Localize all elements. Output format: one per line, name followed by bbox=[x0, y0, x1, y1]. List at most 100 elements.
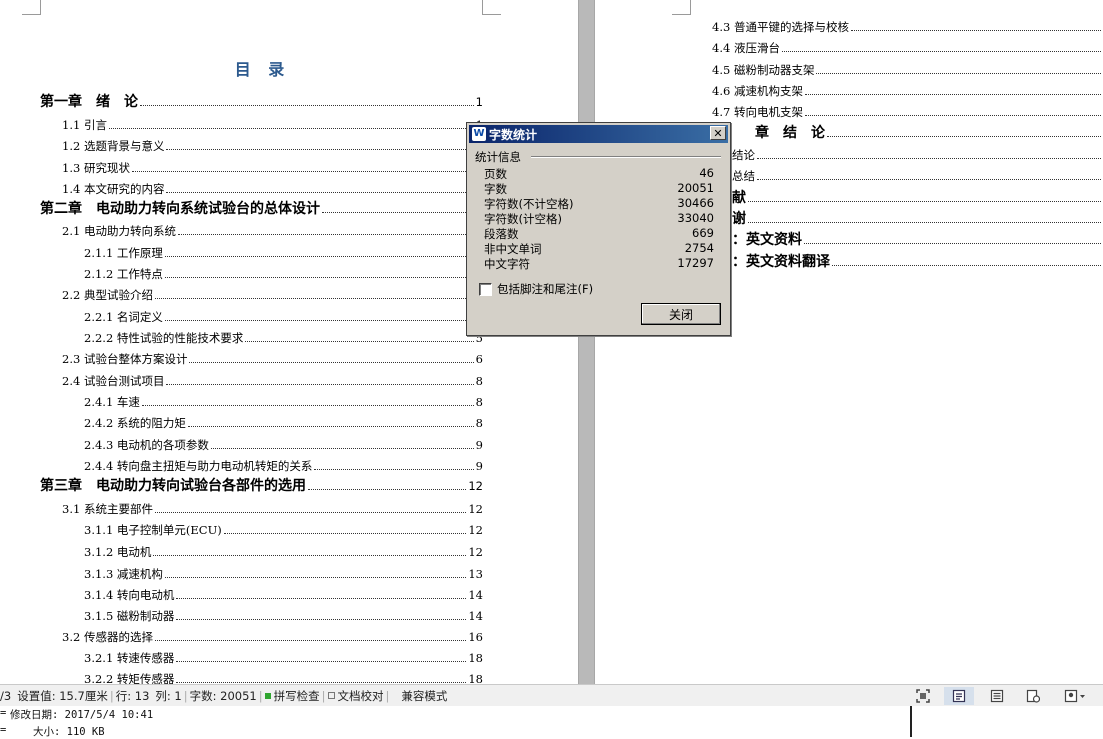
web-view-icon[interactable] bbox=[1018, 687, 1048, 705]
crop-mark bbox=[482, 0, 501, 15]
toc-entry[interactable]: 结论 bbox=[732, 147, 1103, 163]
toc-entry[interactable]: 2.1.1 工作原理4 bbox=[84, 245, 483, 261]
toc-entry-text: 谢 bbox=[732, 211, 746, 227]
toc-leader bbox=[164, 577, 467, 578]
toc-entry[interactable]: 4.6 减速机构支架 bbox=[712, 83, 1103, 99]
toc-entry[interactable]: 1.4 本文研究的内容3 bbox=[62, 181, 483, 197]
toc-entry-text: 2.2 典型试验介绍 bbox=[62, 288, 153, 302]
toc-entry[interactable]: 4.7 转向电机支架 bbox=[712, 104, 1103, 120]
include-footnotes-checkbox[interactable] bbox=[479, 282, 492, 296]
separator: | bbox=[109, 688, 114, 703]
outline-view-icon[interactable] bbox=[982, 687, 1012, 705]
toc-leader bbox=[166, 149, 474, 150]
toc-entry[interactable]: 4.4 液压滑台 bbox=[712, 40, 1103, 56]
include-footnotes-label[interactable]: 包括脚注和尾注(F) bbox=[497, 281, 593, 297]
separator: | bbox=[385, 688, 390, 703]
toc-entry[interactable]: 3.1.2 电动机 12 bbox=[84, 544, 483, 560]
toc-entry-text: 3.1 系统主要部件 bbox=[62, 502, 153, 516]
toc-entry-text: 2.4.4 转向盘主扭矩与助力电动机转矩的关系 bbox=[84, 459, 313, 473]
toc-entry[interactable]: 2.3 试验台整体方案设计 6 bbox=[62, 351, 483, 367]
toc-entry[interactable]: 2.1 电动助力转向系统4 bbox=[62, 223, 483, 239]
stat-row: 段落数 669 bbox=[484, 226, 714, 241]
toc-entry[interactable]: 谢 bbox=[732, 211, 1103, 227]
toc-entry[interactable]: 第三章 电动助力转向试验台各部件的选用 12 bbox=[40, 478, 483, 494]
toc-entry[interactable]: 2.4 试验台测试项目 8 bbox=[62, 373, 483, 389]
toc-leader bbox=[176, 682, 467, 683]
toc-entry[interactable]: 1.2 选题背景与意义1 bbox=[62, 138, 483, 154]
toc-entry-text: 章 结 论 bbox=[755, 125, 825, 141]
toc-page-number: 1 bbox=[475, 95, 483, 109]
toc-entry[interactable]: 3.2 传感器的选择 16 bbox=[62, 629, 483, 645]
page-view-icon[interactable] bbox=[944, 687, 974, 705]
toc-entry[interactable]: ：英文资料 bbox=[732, 232, 1103, 248]
compat-mode: 兼容模式 bbox=[401, 688, 448, 703]
toc-entry[interactable]: 1.3 研究现状2 bbox=[62, 160, 483, 176]
close-button[interactable]: 关闭 bbox=[641, 303, 721, 325]
stat-label: 非中文单词 bbox=[484, 242, 542, 256]
toc-entry[interactable]: 总结 bbox=[732, 168, 1103, 184]
group-divider bbox=[531, 156, 721, 158]
page-indicator[interactable]: /3 bbox=[0, 689, 11, 703]
document-page-right[interactable]: 4.3 普通平键的选择与校核 4.4 液压滑台 4.5 磁粉制动器支架 4.6 减速机… bbox=[595, 0, 1103, 684]
toc-entry[interactable]: 第二章 电动助力转向系统试验台的总体设计4 bbox=[40, 201, 483, 217]
toc-entry[interactable]: 献 bbox=[732, 190, 1103, 206]
word-count-indicator[interactable]: 字数: 20051 bbox=[190, 688, 257, 704]
toc-entry[interactable]: 2.2.1 名词定义5 bbox=[84, 309, 483, 325]
toc-leader bbox=[164, 277, 474, 278]
toc-entry[interactable]: 2.1.2 工作特点4 bbox=[84, 266, 483, 282]
toc-leader bbox=[141, 405, 474, 406]
toc-leader bbox=[832, 265, 1101, 266]
dialog-title-bar[interactable]: W 字数统计 ✕ bbox=[469, 125, 728, 143]
spell-check-toggle[interactable]: 拼写检查 bbox=[274, 688, 320, 704]
toc-entry-text: 2.4.1 车速 bbox=[84, 395, 140, 409]
spell-check-icon bbox=[264, 692, 271, 699]
crop-mark bbox=[672, 0, 691, 15]
close-icon[interactable]: ✕ bbox=[710, 126, 726, 140]
setting-value: 设置值: 15.7厘米 bbox=[17, 688, 108, 703]
toc-entry[interactable]: 4.5 磁粉制动器支架 bbox=[712, 62, 1103, 78]
toc-leader bbox=[166, 192, 474, 193]
stat-label: 字符数(不计空格) bbox=[484, 197, 574, 211]
toc-page-number: 13 bbox=[468, 567, 483, 581]
toc-entry[interactable]: 章 结 论 bbox=[755, 125, 1103, 141]
toc-entry[interactable]: 1.1 引言1 bbox=[62, 117, 483, 133]
toc-entry[interactable]: 3.1 系统主要部件 12 bbox=[62, 501, 483, 517]
toc-entry-text: 总结 bbox=[732, 169, 755, 183]
toc-entry-text: 4.5 磁粉制动器支架 bbox=[712, 63, 815, 77]
toc-entry-text: ：英文资料翻译 bbox=[732, 254, 830, 270]
toc-page-number: 12 bbox=[468, 545, 483, 559]
toc-entry[interactable]: 3.1.3 减速机构 13 bbox=[84, 566, 483, 582]
toc-entry[interactable]: 3.2.1 转速传感器 18 bbox=[84, 650, 483, 666]
toc-entry-text: 3.1.1 电子控制单元(ECU) bbox=[84, 523, 222, 537]
toc-entry[interactable]: 2.4.4 转向盘主扭矩与助力电动机转矩的关系 9 bbox=[84, 458, 483, 474]
proofread-toggle[interactable]: 文档校对 bbox=[338, 688, 384, 704]
toc-entry[interactable]: 2.2 典型试验介绍5 bbox=[62, 287, 483, 303]
toc-entry-text: 3.2 传感器的选择 bbox=[62, 630, 153, 644]
toc-entry-text: 2.1.2 工作特点 bbox=[84, 267, 163, 281]
toc-entry-text: 1.4 本文研究的内容 bbox=[62, 182, 165, 196]
toc-entry[interactable]: 3.2.2 转矩传感器 18 bbox=[84, 671, 483, 684]
toc-leader bbox=[314, 469, 474, 470]
toc-leader bbox=[757, 158, 1101, 159]
toc-entry[interactable]: 3.1.5 磁粉制动器 14 bbox=[84, 608, 483, 624]
toc-leader bbox=[748, 222, 1101, 223]
toc-entry[interactable]: 3.1.1 电子控制单元(ECU) 12 bbox=[84, 522, 483, 538]
toc-entry[interactable]: 2.2.2 特性试验的性能技术要求 5 bbox=[84, 330, 483, 346]
toc-entry[interactable]: 2.4.2 系统的阻力矩 8 bbox=[84, 415, 483, 431]
col-indicator: 列: 1 bbox=[155, 688, 182, 703]
toc-entry[interactable]: 3.1.4 转向电动机 14 bbox=[84, 587, 483, 603]
toc-entry[interactable]: 第一章 绪 论 1 bbox=[40, 94, 483, 110]
document-page-left[interactable]: 目 录 第一章 绪 论11.1 引言11.2 选题背景与意义11.3 研究现状2… bbox=[0, 0, 578, 684]
toc-entry[interactable]: 2.4.3 电动机的各项参数 9 bbox=[84, 437, 483, 453]
reading-mode-icon[interactable] bbox=[1058, 687, 1092, 705]
include-footnotes-option[interactable]: 包括脚注和尾注(F) bbox=[479, 281, 593, 297]
toc-entry[interactable]: ：英文资料翻译 bbox=[732, 254, 1103, 270]
toc-leader bbox=[816, 73, 1101, 74]
toc-entry[interactable]: 4.3 普通平键的选择与校核 bbox=[712, 19, 1103, 35]
fullscreen-view-icon[interactable] bbox=[908, 687, 938, 705]
toc-entry-text: 3.1.5 磁粉制动器 bbox=[84, 609, 175, 623]
toc-entry[interactable]: 2.4.1 车速 8 bbox=[84, 394, 483, 410]
row-indicator: 行: 13 bbox=[115, 688, 150, 703]
toc-leader bbox=[108, 128, 474, 129]
toc-entry-text: 献 bbox=[732, 190, 746, 206]
